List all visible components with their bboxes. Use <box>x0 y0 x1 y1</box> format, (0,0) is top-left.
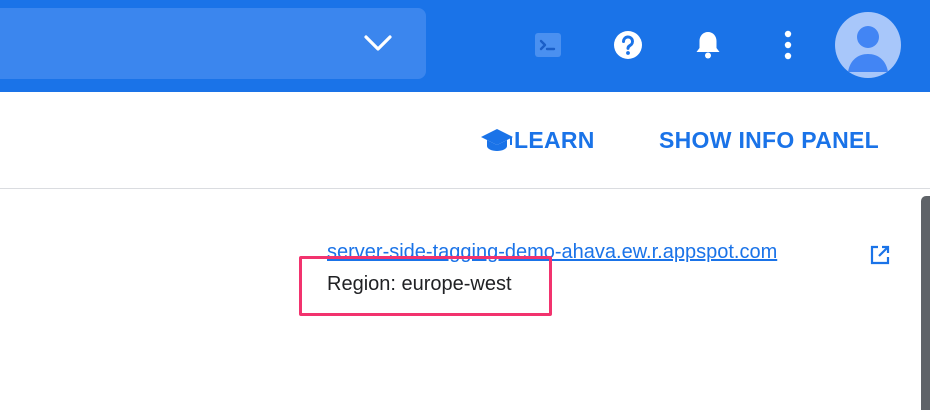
open-in-new-icon[interactable] <box>869 244 891 266</box>
learn-label: LEARN <box>514 126 595 153</box>
scrollbar[interactable] <box>921 196 930 410</box>
chevron-down-icon[interactable] <box>362 31 394 55</box>
notifications-icon[interactable] <box>688 25 728 65</box>
account-avatar[interactable] <box>835 12 901 78</box>
school-icon <box>481 129 513 151</box>
learn-button[interactable]: LEARN <box>480 124 595 156</box>
show-info-panel-label: SHOW INFO PANEL <box>659 126 880 153</box>
help-icon[interactable] <box>608 25 648 65</box>
more-vert-icon[interactable] <box>768 25 808 65</box>
cloud-shell-icon[interactable] <box>528 25 568 65</box>
top-app-bar <box>0 0 930 92</box>
person-icon <box>848 26 888 72</box>
show-info-panel-button[interactable]: SHOW INFO PANEL <box>659 124 879 156</box>
highlight-box <box>299 256 552 316</box>
project-selector[interactable] <box>0 8 426 79</box>
